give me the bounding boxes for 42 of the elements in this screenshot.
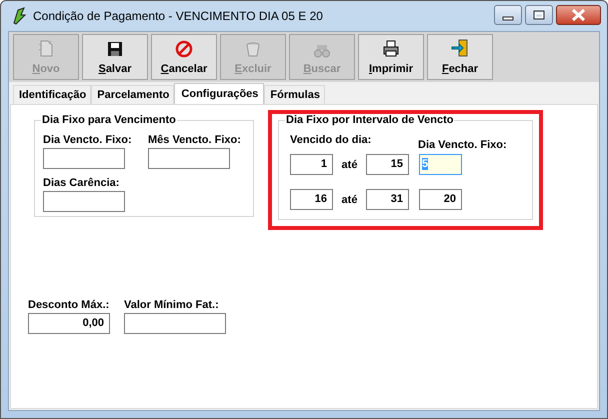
field-label: Desconto Máx.: [28,299,110,311]
field-label: Valor Mínimo Fat.: [124,299,219,311]
group-title: Dia Fixo por Intervalo de Vencto [285,114,454,126]
app-icon [11,7,27,25]
tab[interactable]: Configurações [174,83,264,104]
range-separator: até [340,194,358,206]
input-field[interactable] [148,148,230,169]
restore-icon [534,10,544,20]
input-field[interactable]: 20 [419,189,462,210]
toolbar-button[interactable]: Imprimir [358,34,424,80]
tab[interactable]: Fórmulas [264,85,325,104]
field-label: Dia Vencto. Fixo: [43,134,132,146]
field-label: Dia Vencto. Fixo: [418,138,507,153]
group-title: Dia Fixo para Vencimento [41,114,177,126]
trash-can-icon [244,40,262,58]
input-field[interactable]: 16 [290,189,333,210]
minimize-button[interactable] [494,5,522,25]
prohibited-icon [175,40,193,58]
minimize-icon [502,16,514,20]
printer-icon [382,40,400,58]
input-field[interactable] [124,313,226,334]
maximize-button[interactable] [525,5,553,25]
close-button[interactable] [556,5,601,25]
window-title: Condição de Pagamento - VENCIMENTO DIA 05 E 20 [33,9,323,23]
close-icon [572,8,586,22]
input-field[interactable]: 1 [290,154,333,175]
binoculars-icon [314,44,330,58]
input-field[interactable]: 0,00 [28,313,110,334]
toolbar-button[interactable]: Salvar [82,34,148,80]
input-field[interactable]: 15 [366,154,409,175]
toolbar-button[interactable]: Cancelar [151,34,217,80]
input-field[interactable] [43,148,125,169]
door-arrow-icon [450,38,470,58]
field-label: Mês Vencto. Fixo: [148,134,241,146]
toolbar-button[interactable]: Fechar [427,34,493,80]
tab[interactable]: Identificação [13,85,92,104]
field-label: Vencido do dia: [290,134,372,148]
range-separator: até [340,158,358,170]
input-field[interactable] [43,191,125,212]
field-label: Dias Carência: [43,177,120,189]
input-field[interactable]: 31 [366,189,409,210]
tab[interactable]: Parcelamento [91,85,174,104]
